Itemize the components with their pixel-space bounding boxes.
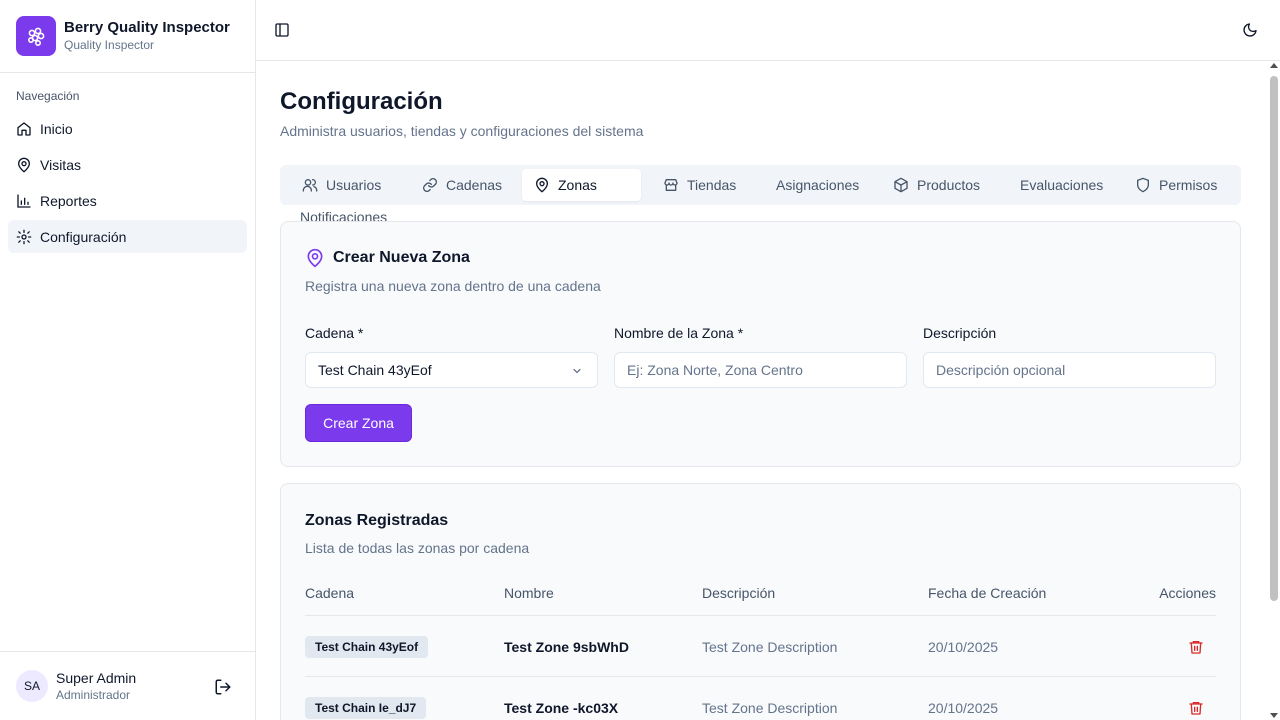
- shield-icon: [1137, 177, 1149, 193]
- zone-name: Test Zone -kc03X: [504, 699, 619, 716]
- zone-name-label: Nombre de la Zona *: [614, 325, 744, 341]
- scroll-down-arrow-icon[interactable]: [1270, 713, 1278, 718]
- zone-description: Test Zone Description: [702, 699, 838, 716]
- store-icon: [664, 179, 678, 191]
- description-label: Descripción: [923, 325, 997, 341]
- zone-date: 20/10/2025: [928, 638, 999, 655]
- zone-name-input[interactable]: [627, 362, 894, 378]
- chevron-down-icon: [573, 368, 581, 374]
- user-panel: SA Super Admin Administrador: [0, 651, 255, 720]
- users-icon: [302, 179, 318, 192]
- avatar: SA: [16, 670, 48, 702]
- tab-permisos[interactable]: Permisos: [1123, 169, 1229, 201]
- tab-zonas[interactable]: Zonas: [522, 169, 641, 201]
- map-pin-icon: [535, 177, 549, 193]
- sidebar-item-inicio[interactable]: Inicio: [8, 112, 247, 145]
- top-header: [256, 0, 1280, 61]
- brand-title: Berry Quality Inspector: [64, 19, 230, 36]
- column-header[interactable]: Nombre: [504, 570, 554, 616]
- trash-icon[interactable]: [1188, 700, 1204, 716]
- table-header: Cadena Nombre Descripción Fecha de Creac…: [305, 570, 1216, 616]
- zone-date: 20/10/2025: [928, 699, 999, 716]
- tab-label: Usuarios: [326, 177, 382, 193]
- chain-select[interactable]: Test Chain 43yEof: [305, 352, 598, 388]
- zones-list-title: Zonas Registradas: [305, 512, 448, 530]
- sidebar-item-label: Configuración: [40, 228, 127, 245]
- card-title-text: Crear Nueva Zona: [333, 249, 470, 266]
- zones-table: Cadena Nombre Descripción Fecha de Creac…: [305, 570, 1216, 720]
- page-subtitle: Administra usuarios, tiendas y configura…: [280, 123, 644, 139]
- gear-icon: [16, 229, 32, 244]
- sidebar-item-visitas[interactable]: Visitas: [8, 148, 247, 181]
- description-input[interactable]: [936, 362, 1203, 378]
- trash-icon[interactable]: [1188, 639, 1204, 655]
- column-header[interactable]: Fecha de Creación: [928, 570, 1046, 616]
- tab-label: Permisos: [1159, 177, 1218, 193]
- table-row: Test Chain 43yEof Test Zone 9sbWhD Test …: [305, 616, 1216, 677]
- main-content: Configuración Administra usuarios, tiend…: [256, 61, 1280, 720]
- sidebar-item-configuracion[interactable]: Configuración: [8, 220, 247, 253]
- tab-tiendas[interactable]: Tiendas: [651, 169, 748, 201]
- user-role: Administrador: [56, 688, 131, 702]
- scrollbar[interactable]: [1268, 61, 1280, 720]
- nav-section-label: Navegación: [16, 89, 80, 103]
- package-icon: [894, 177, 908, 193]
- sidebar-item-label: Reportes: [40, 192, 97, 209]
- settings-tabs: Usuarios Cadenas Zonas Tiendas Asignacio…: [280, 165, 1241, 225]
- chain-label: Cadena *: [305, 325, 364, 341]
- chain-select-value: Test Chain 43yEof: [318, 362, 432, 378]
- tab-label: Zonas: [558, 177, 597, 193]
- user-name: Super Admin: [56, 670, 137, 686]
- tab-evaluaciones[interactable]: Evaluaciones: [1008, 169, 1115, 201]
- tab-usuarios[interactable]: Usuarios: [290, 169, 393, 201]
- map-pin-icon: [18, 157, 30, 172]
- chain-badge: Test Chain Ie_dJ7: [305, 696, 427, 719]
- page-title: Configuración: [280, 88, 443, 115]
- berry-logo-icon: [16, 16, 56, 56]
- sidebar-nav: Inicio Visitas Reportes Configuración: [8, 112, 247, 256]
- map-pin-icon: [307, 248, 323, 268]
- create-zone-button[interactable]: Crear Zona: [305, 404, 412, 442]
- zone-description: Test Zone Description: [702, 638, 838, 655]
- scroll-up-arrow-icon[interactable]: [1270, 63, 1278, 68]
- sidebar-toggle-icon[interactable]: [274, 22, 290, 38]
- zones-list-description: Lista de todas las zonas por cadena: [305, 540, 530, 556]
- tab-label: Tiendas: [687, 177, 737, 193]
- description-field: [923, 352, 1216, 388]
- sidebar: Berry Quality Inspector Quality Inspecto…: [0, 0, 256, 720]
- brand: Berry Quality Inspector Quality Inspecto…: [0, 0, 255, 73]
- tab-asignaciones[interactable]: Asignaciones: [764, 169, 871, 201]
- logout-icon[interactable]: [214, 678, 232, 696]
- column-header[interactable]: Cadena: [305, 570, 354, 616]
- tab-label: Asignaciones: [776, 177, 860, 193]
- home-icon: [17, 121, 31, 136]
- zone-name-field: [614, 352, 907, 388]
- create-zone-title: Crear Nueva Zona: [305, 248, 470, 268]
- tab-label: Cadenas: [446, 177, 503, 193]
- moon-icon[interactable]: [1242, 22, 1258, 38]
- column-header: Acciones: [1159, 585, 1216, 601]
- table-row: Test Chain Ie_dJ7 Test Zone -kc03X Test …: [305, 677, 1216, 720]
- card-title-text: Zonas Registradas: [305, 512, 449, 529]
- sidebar-item-label: Inicio: [40, 120, 73, 137]
- bar-chart-icon: [17, 193, 31, 208]
- scrollbar-thumb[interactable]: [1270, 76, 1278, 601]
- tab-productos[interactable]: Productos: [881, 169, 992, 201]
- column-header[interactable]: Descripción: [702, 570, 775, 616]
- tab-label: Evaluaciones: [1020, 177, 1104, 193]
- zones-list-card: Zonas Registradas Lista de todas las zon…: [280, 483, 1241, 720]
- tab-label: Productos: [917, 177, 981, 193]
- zone-name: Test Zone 9sbWhD: [504, 638, 629, 655]
- create-zone-card: Crear Nueva Zona Registra una nueva zona…: [280, 221, 1241, 467]
- chain-badge: Test Chain 43yEof: [305, 635, 429, 658]
- tab-cadenas[interactable]: Cadenas: [410, 169, 514, 201]
- create-zone-description: Registra una nueva zona dentro de una ca…: [305, 278, 601, 294]
- link-icon: [423, 178, 437, 192]
- sidebar-item-label: Visitas: [40, 156, 81, 173]
- brand-subtitle: Quality Inspector: [64, 38, 155, 52]
- sidebar-item-reportes[interactable]: Reportes: [8, 184, 247, 217]
